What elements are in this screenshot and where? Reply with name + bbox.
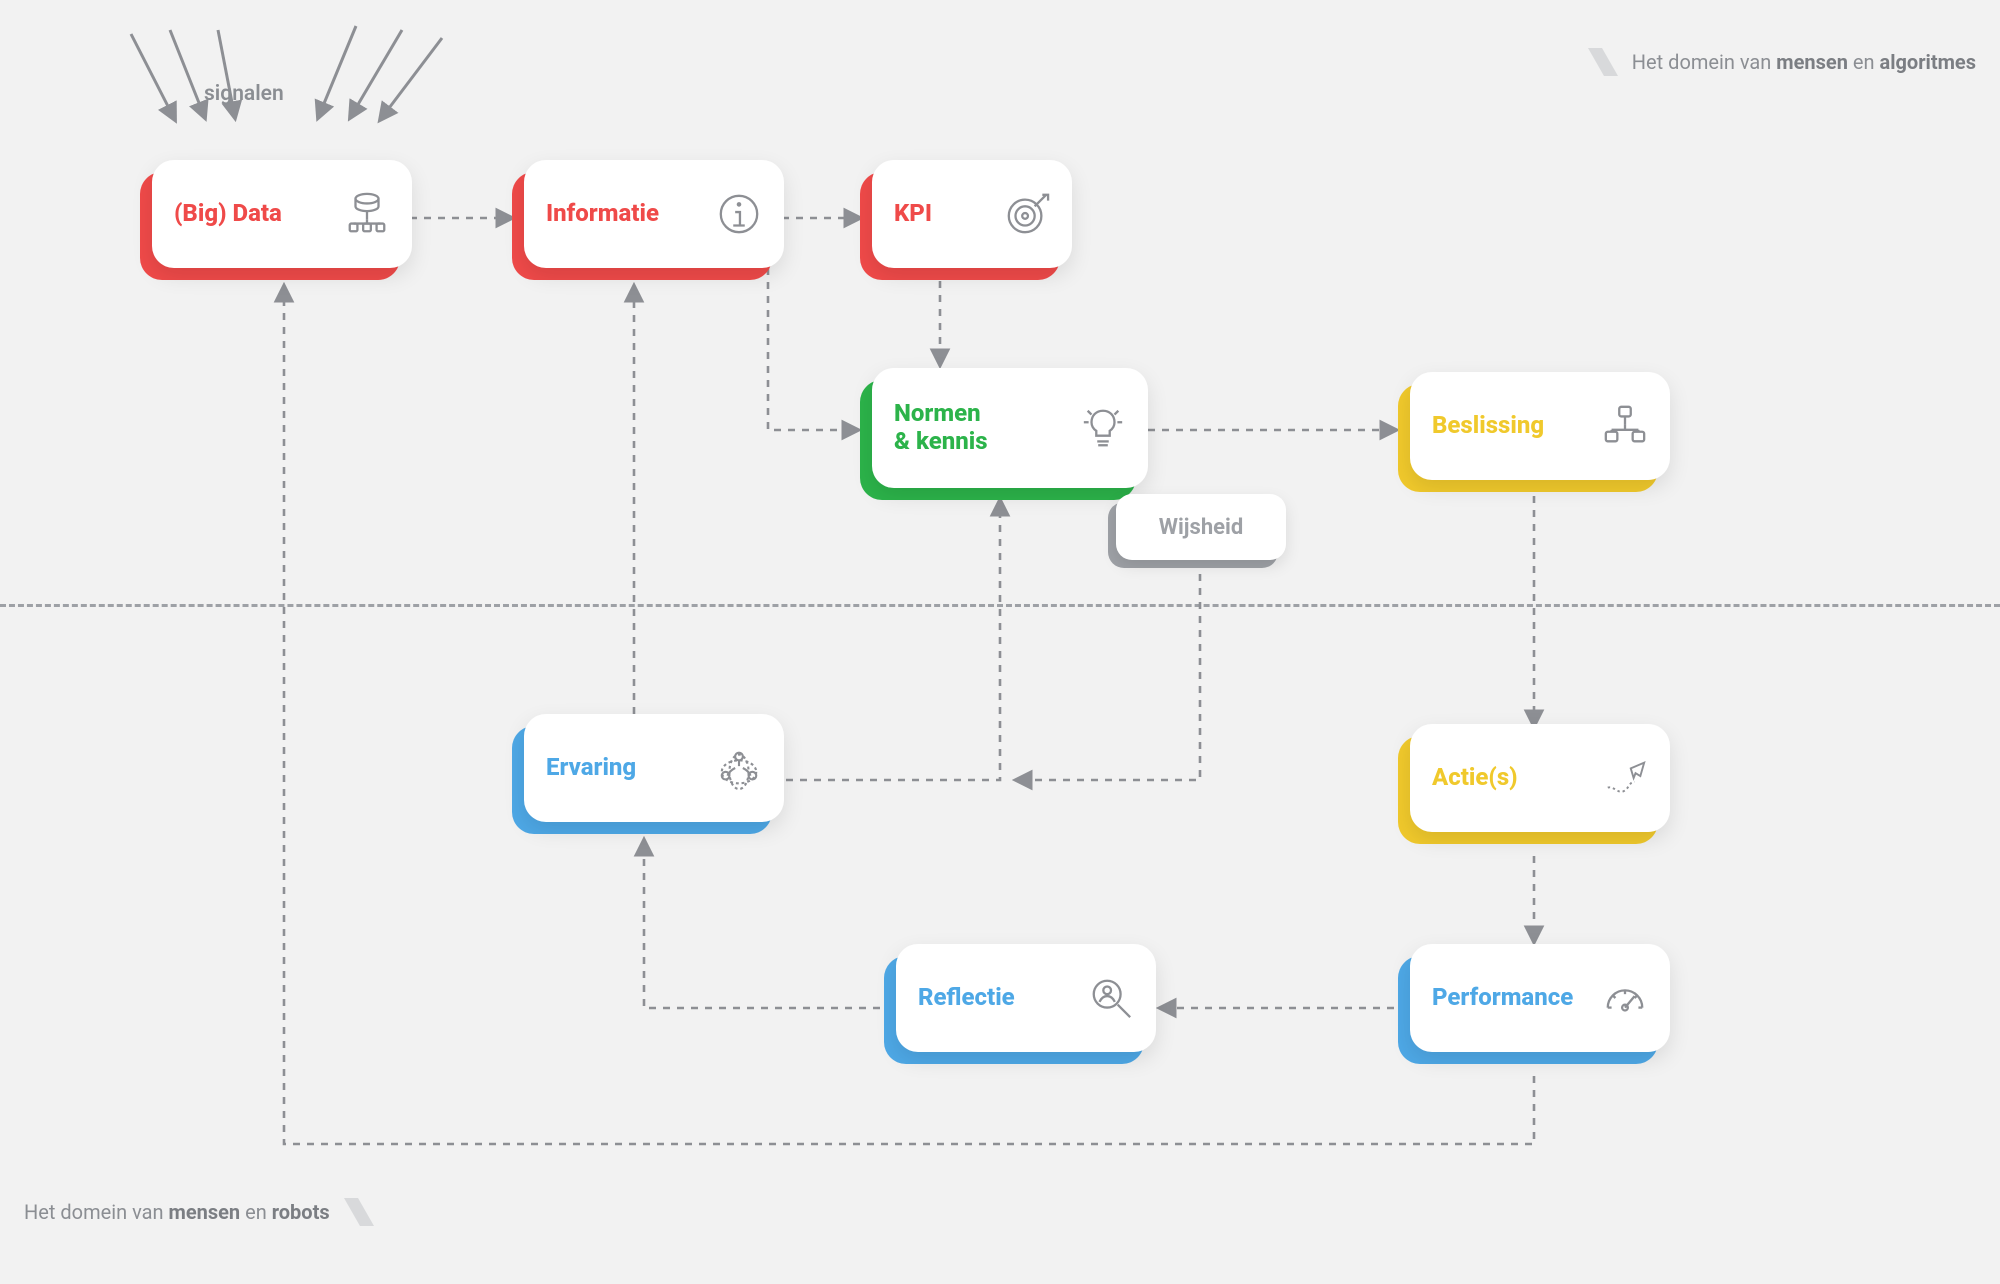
node-informatie: Informatie bbox=[512, 172, 772, 280]
ribbon-text: Het domein van mensen en robots bbox=[24, 1200, 330, 1224]
node-label: Wijsheid bbox=[1159, 515, 1244, 540]
magnify-person-icon bbox=[1088, 975, 1134, 1021]
node-label: (Big) Data bbox=[174, 200, 282, 228]
node-label: Reflectie bbox=[918, 984, 1015, 1012]
community-brain-icon bbox=[716, 745, 762, 791]
node-reflectie: Reflectie bbox=[884, 956, 1144, 1064]
lightbulb-icon bbox=[1080, 405, 1126, 451]
node-label: Informatie bbox=[546, 200, 659, 228]
node-label: Normen & kennis bbox=[894, 400, 988, 455]
node-normen-kennis: Normen & kennis bbox=[860, 380, 1136, 500]
domain-bottom-ribbon: Het domein van mensen en robots bbox=[24, 1190, 374, 1234]
node-label: Beslissing bbox=[1432, 412, 1544, 440]
paper-plane-path-icon bbox=[1602, 755, 1648, 801]
ribbon-slash-icon bbox=[344, 1190, 374, 1234]
database-tree-icon bbox=[344, 191, 390, 237]
ribbon-slash-icon bbox=[1588, 40, 1618, 84]
node-big-data: (Big) Data bbox=[140, 172, 400, 280]
ribbon-text: Het domein van mensen en algoritmes bbox=[1632, 50, 1976, 74]
domain-top-ribbon: Het domein van mensen en algoritmes bbox=[1588, 40, 1976, 84]
node-kpi: KPI bbox=[860, 172, 1060, 280]
node-label: Performance bbox=[1432, 984, 1573, 1012]
node-performance: Performance bbox=[1398, 956, 1658, 1064]
node-label: KPI bbox=[894, 200, 932, 228]
node-wijsheid: Wijsheid bbox=[1108, 502, 1278, 568]
node-beslissing: Beslissing bbox=[1398, 384, 1658, 492]
signals-label: signalen bbox=[204, 82, 284, 106]
node-ervaring: Ervaring bbox=[512, 726, 772, 834]
target-icon bbox=[1004, 191, 1050, 237]
info-icon bbox=[716, 191, 762, 237]
decision-tree-icon bbox=[1602, 403, 1648, 449]
node-acties: Actie(s) bbox=[1398, 736, 1658, 844]
gauge-icon bbox=[1602, 975, 1648, 1021]
node-label: Ervaring bbox=[546, 754, 636, 782]
domain-divider bbox=[0, 604, 2000, 607]
diagram-canvas: signalen bbox=[0, 0, 2000, 1284]
node-label: Actie(s) bbox=[1432, 764, 1518, 792]
